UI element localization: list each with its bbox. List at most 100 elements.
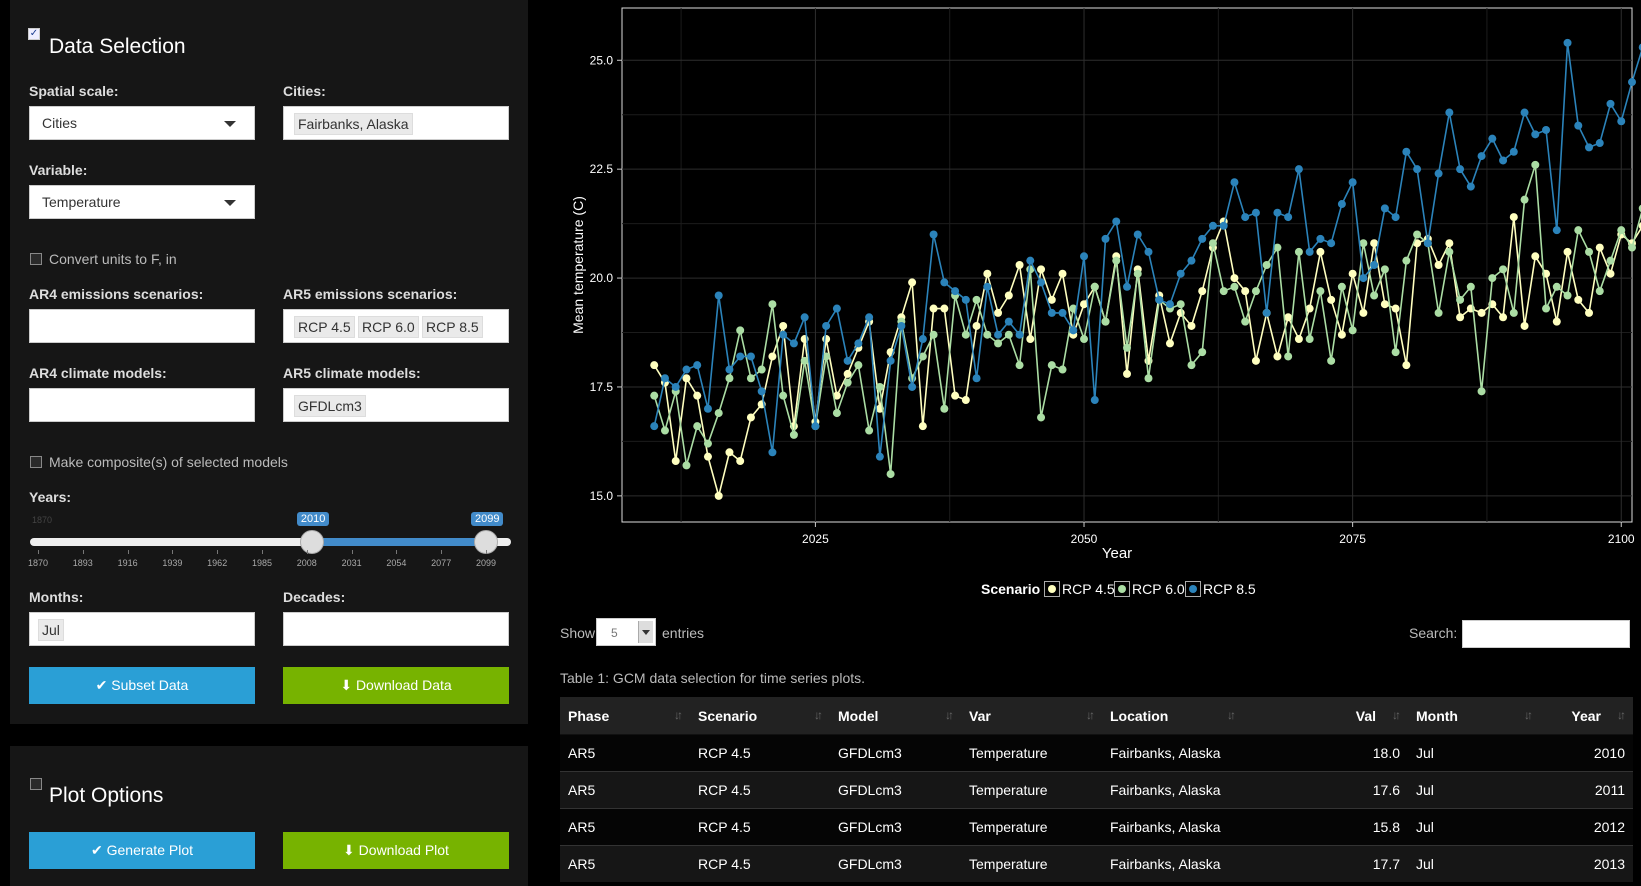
column-header-location[interactable]: Location ↓↑ [1102, 697, 1243, 735]
data-point [768, 448, 777, 457]
column-header-var[interactable]: Var ↓↑ [961, 697, 1102, 735]
data-point [940, 404, 949, 413]
data-point [1133, 230, 1142, 239]
data-point [1230, 282, 1239, 291]
data-point [800, 313, 809, 322]
generate-plot-button[interactable]: ✔ Generate Plot [29, 832, 255, 869]
composite-checkbox[interactable] [30, 456, 42, 468]
table-row[interactable]: AR5 RCP 4.5 GFDLcm3 Temperature Fairbanks, A… [560, 808, 1633, 846]
data-point [1316, 234, 1325, 243]
download-plot-button[interactable]: ⬇ Download Plot [283, 832, 509, 869]
ar5-scenarios-select[interactable]: RCP 4.5 RCP 6.0 RCP 8.5 [283, 309, 509, 343]
slider-tick-label: 2008 [296, 558, 317, 568]
ar4-scenarios-select[interactable] [29, 309, 255, 343]
column-header-month[interactable]: Month ↓↑ [1408, 697, 1540, 735]
data-point [1563, 38, 1572, 47]
scenario-tag-rcp85[interactable]: RCP 8.5 [422, 316, 483, 338]
data-point [1015, 330, 1024, 339]
table-row[interactable]: AR5 RCP 4.5 GFDLcm3 Temperature Fairbanks, A… [560, 771, 1633, 809]
data-point [1434, 261, 1443, 269]
table-cell-year: 2010 [1540, 734, 1633, 772]
column-header-scenario[interactable]: Scenario ↓↑ [690, 697, 830, 735]
data-point [994, 308, 1003, 317]
data-selection-title: Data Selection [49, 35, 186, 58]
slider-tick-mark [441, 550, 443, 554]
data-point [940, 278, 949, 287]
data-point [1219, 221, 1228, 230]
plot-options-collapse-checkbox[interactable] [30, 778, 42, 790]
data-point [1552, 317, 1561, 326]
sort-icon: ↓↑ [945, 708, 954, 722]
slider-tick-label: 1985 [251, 558, 273, 568]
slider-tick-mark [396, 550, 398, 554]
data-table: Phase ↓↑ Scenario ↓↑ Model ↓↑ Var ↓↑ Locatio… [560, 697, 1633, 882]
convert-units-checkbox[interactable] [30, 253, 42, 265]
data-point [1037, 265, 1046, 274]
years-slider-range[interactable] [311, 538, 486, 546]
x-tick-label: 2100 [1608, 532, 1635, 546]
data-point [1026, 335, 1035, 344]
search-input[interactable] [1462, 620, 1630, 648]
download-data-button[interactable]: ⬇ Download Data [283, 667, 509, 704]
data-point [736, 352, 745, 361]
column-header-model[interactable]: Model ↓↑ [830, 697, 961, 735]
data-point [1101, 317, 1110, 326]
data-point [1187, 321, 1196, 330]
data-point [1595, 287, 1604, 296]
data-point [1047, 308, 1056, 317]
month-tag-jul[interactable]: Jul [38, 619, 64, 641]
x-axis-label: Year [1102, 545, 1132, 562]
data-point [1144, 247, 1153, 256]
data-point [875, 452, 884, 461]
years-from-badge: 2010 [296, 512, 330, 526]
data-point [1080, 335, 1089, 344]
months-select[interactable]: Jul [29, 612, 255, 646]
data-point [1327, 239, 1336, 248]
table-cell-model: GFDLcm3 [830, 734, 961, 772]
data-point [1176, 300, 1185, 309]
y-tick-label: 22.5 [590, 162, 614, 176]
ar4-models-label: AR4 climate models: [29, 365, 167, 381]
scenario-tag-rcp45[interactable]: RCP 4.5 [294, 316, 355, 338]
data-point [1520, 108, 1529, 117]
ar4-models-select[interactable] [29, 388, 255, 422]
x-tick-label: 2075 [1339, 532, 1366, 546]
column-header-year[interactable]: Year ↓↑ [1540, 697, 1633, 735]
data-selection-collapse-checkbox[interactable]: ✓ [28, 28, 40, 40]
temperature-timeseries-chart: 2025 2050 2075 2100 15.0 17.5 20.0 22.5 25.0 Yea… [570, 7, 1641, 562]
cities-tag[interactable]: Fairbanks, Alaska [294, 113, 413, 135]
scenario-tag-rcp60[interactable]: RCP 6.0 [358, 316, 419, 338]
table-cell-year: 2011 [1540, 771, 1633, 809]
data-point [1456, 165, 1465, 174]
data-point [1370, 261, 1379, 269]
page-length-select[interactable]: 5 [596, 618, 656, 646]
data-point [1574, 295, 1583, 304]
spatial-scale-select[interactable]: Cities [29, 106, 255, 140]
data-point [789, 430, 798, 439]
data-point [1413, 230, 1422, 239]
years-slider-handle-from[interactable] [299, 530, 324, 554]
ar5-models-select[interactable]: GFDLcm3 [283, 388, 509, 422]
data-point [1337, 330, 1346, 339]
data-point [1423, 239, 1432, 248]
data-point [779, 391, 788, 400]
subset-data-button[interactable]: ✔ Subset Data [29, 667, 255, 704]
sort-icon: ↓↑ [1392, 708, 1401, 722]
table-cell-location: Fairbanks, Alaska [1102, 734, 1243, 772]
column-header-phase[interactable]: Phase ↓↑ [560, 697, 690, 735]
caret-down-icon [638, 621, 653, 643]
data-point [832, 304, 841, 313]
column-header-val[interactable]: Val ↓↑ [1243, 697, 1408, 735]
variable-select[interactable]: Temperature [29, 185, 255, 219]
model-tag-gfdlcm3[interactable]: GFDLcm3 [294, 395, 366, 417]
cities-select[interactable]: Fairbanks, Alaska [283, 106, 509, 140]
decades-select[interactable] [283, 612, 509, 646]
data-point [1058, 365, 1067, 374]
show-label: Show [560, 625, 596, 641]
data-point [1456, 295, 1465, 304]
table-row[interactable]: AR5 RCP 4.5 GFDLcm3 Temperature Fairbanks, A… [560, 734, 1633, 772]
data-point [972, 321, 981, 330]
data-point [1123, 343, 1131, 352]
data-point [1337, 282, 1346, 291]
data-point [1477, 152, 1486, 161]
